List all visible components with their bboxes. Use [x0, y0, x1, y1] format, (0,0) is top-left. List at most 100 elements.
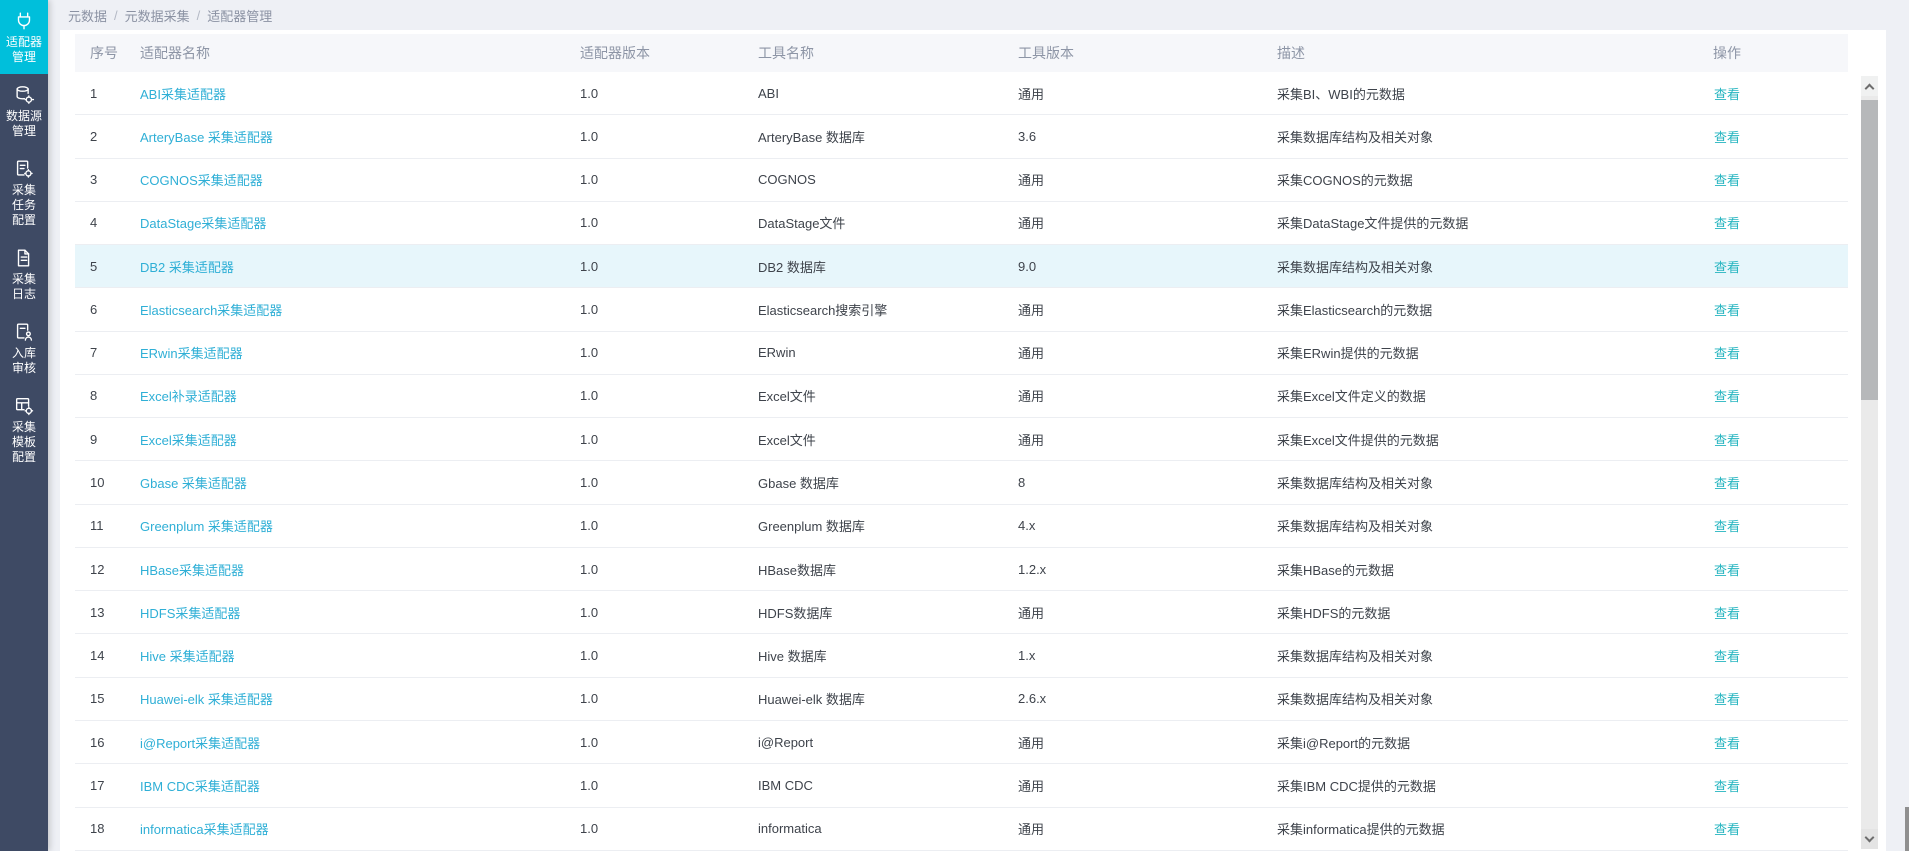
- sidebar-item-datasource-management[interactable]: 数据源 管理: [0, 74, 48, 148]
- plug-icon: [13, 10, 35, 32]
- table-row: 5 DB2 采集适配器 1.0 DB2 数据库 9.0 采集数据库结构及相关对象…: [75, 245, 1848, 288]
- sidebar-item-label: 采集 日志: [12, 272, 36, 302]
- table-row: 16 i@Report采集适配器 1.0 i@Report 通用 采集i@Rep…: [75, 721, 1848, 764]
- tool-name: ABI: [743, 86, 1003, 101]
- tool-name: ArteryBase 数据库: [743, 127, 1003, 146]
- tool-version: 通用: [1003, 733, 1262, 752]
- view-link[interactable]: 查看: [1714, 433, 1740, 448]
- adapter-version: 1.0: [565, 821, 743, 836]
- adapter-name-link[interactable]: DataStage采集适配器: [140, 216, 266, 231]
- view-link[interactable]: 查看: [1714, 130, 1740, 145]
- description: 采集数据库结构及相关对象: [1262, 257, 1606, 276]
- view-link[interactable]: 查看: [1714, 476, 1740, 491]
- adapter-name-link[interactable]: Gbase 采集适配器: [140, 476, 247, 491]
- chevron-down-icon: [1865, 832, 1875, 842]
- tool-version: 1.x: [1003, 648, 1262, 663]
- adapter-name-link[interactable]: Huawei-elk 采集适配器: [140, 692, 273, 707]
- adapter-version: 1.0: [565, 215, 743, 230]
- adapter-version: 1.0: [565, 735, 743, 750]
- adapter-name-link[interactable]: Excel采集适配器: [140, 433, 237, 448]
- tool-version: 通用: [1003, 386, 1262, 405]
- view-link[interactable]: 查看: [1714, 216, 1740, 231]
- view-link[interactable]: 查看: [1714, 389, 1740, 404]
- table-row: 4 DataStage采集适配器 1.0 DataStage文件 通用 采集Da…: [75, 202, 1848, 245]
- adapter-name-link[interactable]: HDFS采集适配器: [140, 606, 240, 621]
- adapter-name-link[interactable]: HBase采集适配器: [140, 563, 244, 578]
- view-link[interactable]: 查看: [1714, 822, 1740, 837]
- table-scrollbar[interactable]: [1861, 76, 1878, 849]
- table-header: 序号 适配器名称 适配器版本 工具名称 工具版本 描述 操作: [75, 34, 1848, 72]
- tool-version: 2.6.x: [1003, 691, 1262, 706]
- adapter-name-link[interactable]: informatica采集适配器: [140, 822, 269, 837]
- adapter-name-link[interactable]: DB2 采集适配器: [140, 260, 234, 275]
- table-row: 2 ArteryBase 采集适配器 1.0 ArteryBase 数据库 3.…: [75, 115, 1848, 158]
- adapter-name-link[interactable]: ERwin采集适配器: [140, 346, 243, 361]
- breadcrumb-separator: /: [114, 8, 118, 23]
- tool-name: i@Report: [743, 735, 1003, 750]
- row-index: 18: [75, 821, 125, 836]
- doc-icon: [13, 247, 35, 269]
- tool-version: 通用: [1003, 300, 1262, 319]
- view-link[interactable]: 查看: [1714, 87, 1740, 102]
- view-link[interactable]: 查看: [1714, 519, 1740, 534]
- breadcrumb-item-metadata-collection[interactable]: 元数据采集: [125, 6, 190, 25]
- tool-name: Excel文件: [743, 386, 1003, 405]
- adapter-name-link[interactable]: COGNOS采集适配器: [140, 173, 263, 188]
- view-link[interactable]: 查看: [1714, 649, 1740, 664]
- window-scrollbar-thumb[interactable]: [1905, 807, 1909, 851]
- tool-name: DB2 数据库: [743, 257, 1003, 276]
- description: 采集i@Report的元数据: [1262, 733, 1606, 752]
- row-index: 10: [75, 475, 125, 490]
- description: 采集BI、WBI的元数据: [1262, 84, 1606, 103]
- adapter-name-link[interactable]: Greenplum 采集适配器: [140, 519, 273, 534]
- tool-version: 通用: [1003, 84, 1262, 103]
- sidebar-item-label: 采集 任务 配置: [12, 183, 36, 228]
- tool-version: 通用: [1003, 213, 1262, 232]
- sidebar-item-label: 适配器 管理: [6, 35, 42, 65]
- table-row: 9 Excel采集适配器 1.0 Excel文件 通用 采集Excel文件提供的…: [75, 418, 1848, 461]
- scroll-up-button[interactable]: [1861, 76, 1878, 96]
- adapter-name-link[interactable]: Hive 采集适配器: [140, 649, 235, 664]
- table-row: 8 Excel补录适配器 1.0 Excel文件 通用 采集Excel文件定义的…: [75, 375, 1848, 418]
- adapter-name-link[interactable]: IBM CDC采集适配器: [140, 779, 260, 794]
- adapter-name-link[interactable]: ABI采集适配器: [140, 87, 226, 102]
- breadcrumb-item-metadata[interactable]: 元数据: [68, 6, 107, 25]
- view-link[interactable]: 查看: [1714, 346, 1740, 361]
- adapter-version: 1.0: [565, 86, 743, 101]
- sidebar-item-collection-template-config[interactable]: 采集 模板 配置: [0, 385, 48, 474]
- row-index: 12: [75, 562, 125, 577]
- adapter-name-link[interactable]: Excel补录适配器: [140, 389, 237, 404]
- view-link[interactable]: 查看: [1714, 260, 1740, 275]
- sidebar-item-collection-log[interactable]: 采集 日志: [0, 237, 48, 311]
- table-row: 3 COGNOS采集适配器 1.0 COGNOS 通用 采集COGNOS的元数据…: [75, 159, 1848, 202]
- scroll-down-button[interactable]: [1861, 829, 1878, 849]
- view-link[interactable]: 查看: [1714, 692, 1740, 707]
- sidebar-item-collection-task-config[interactable]: 采集 任务 配置: [0, 148, 48, 237]
- adapter-name-link[interactable]: Elasticsearch采集适配器: [140, 303, 282, 318]
- adapter-version: 1.0: [565, 518, 743, 533]
- view-link[interactable]: 查看: [1714, 303, 1740, 318]
- view-link[interactable]: 查看: [1714, 173, 1740, 188]
- row-index: 13: [75, 605, 125, 620]
- view-link[interactable]: 查看: [1714, 563, 1740, 578]
- main-content: 元数据 / 元数据采集 / 适配器管理 序号 适配器名称 适配器版本 工具名称 …: [48, 0, 1909, 851]
- tool-name: COGNOS: [743, 172, 1003, 187]
- sidebar-item-adapter-management[interactable]: 适配器 管理: [0, 0, 48, 74]
- template-gear-icon: [13, 395, 35, 417]
- description: 采集数据库结构及相关对象: [1262, 689, 1606, 708]
- sidebar-item-storage-review[interactable]: 入库 审核: [0, 311, 48, 385]
- adapter-version: 1.0: [565, 691, 743, 706]
- sidebar-item-label: 数据源 管理: [6, 109, 42, 139]
- description: 采集Elasticsearch的元数据: [1262, 300, 1606, 319]
- view-link[interactable]: 查看: [1714, 606, 1740, 621]
- adapter-name-link[interactable]: i@Report采集适配器: [140, 736, 260, 751]
- view-link[interactable]: 查看: [1714, 779, 1740, 794]
- adapter-name-link[interactable]: ArteryBase 采集适配器: [140, 130, 273, 145]
- col-header-adapter-version: 适配器版本: [565, 43, 743, 63]
- adapter-version: 1.0: [565, 129, 743, 144]
- scrollbar-thumb[interactable]: [1861, 100, 1878, 400]
- database-gear-icon: [13, 84, 35, 106]
- row-index: 2: [75, 129, 125, 144]
- view-link[interactable]: 查看: [1714, 736, 1740, 751]
- adapter-version: 1.0: [565, 475, 743, 490]
